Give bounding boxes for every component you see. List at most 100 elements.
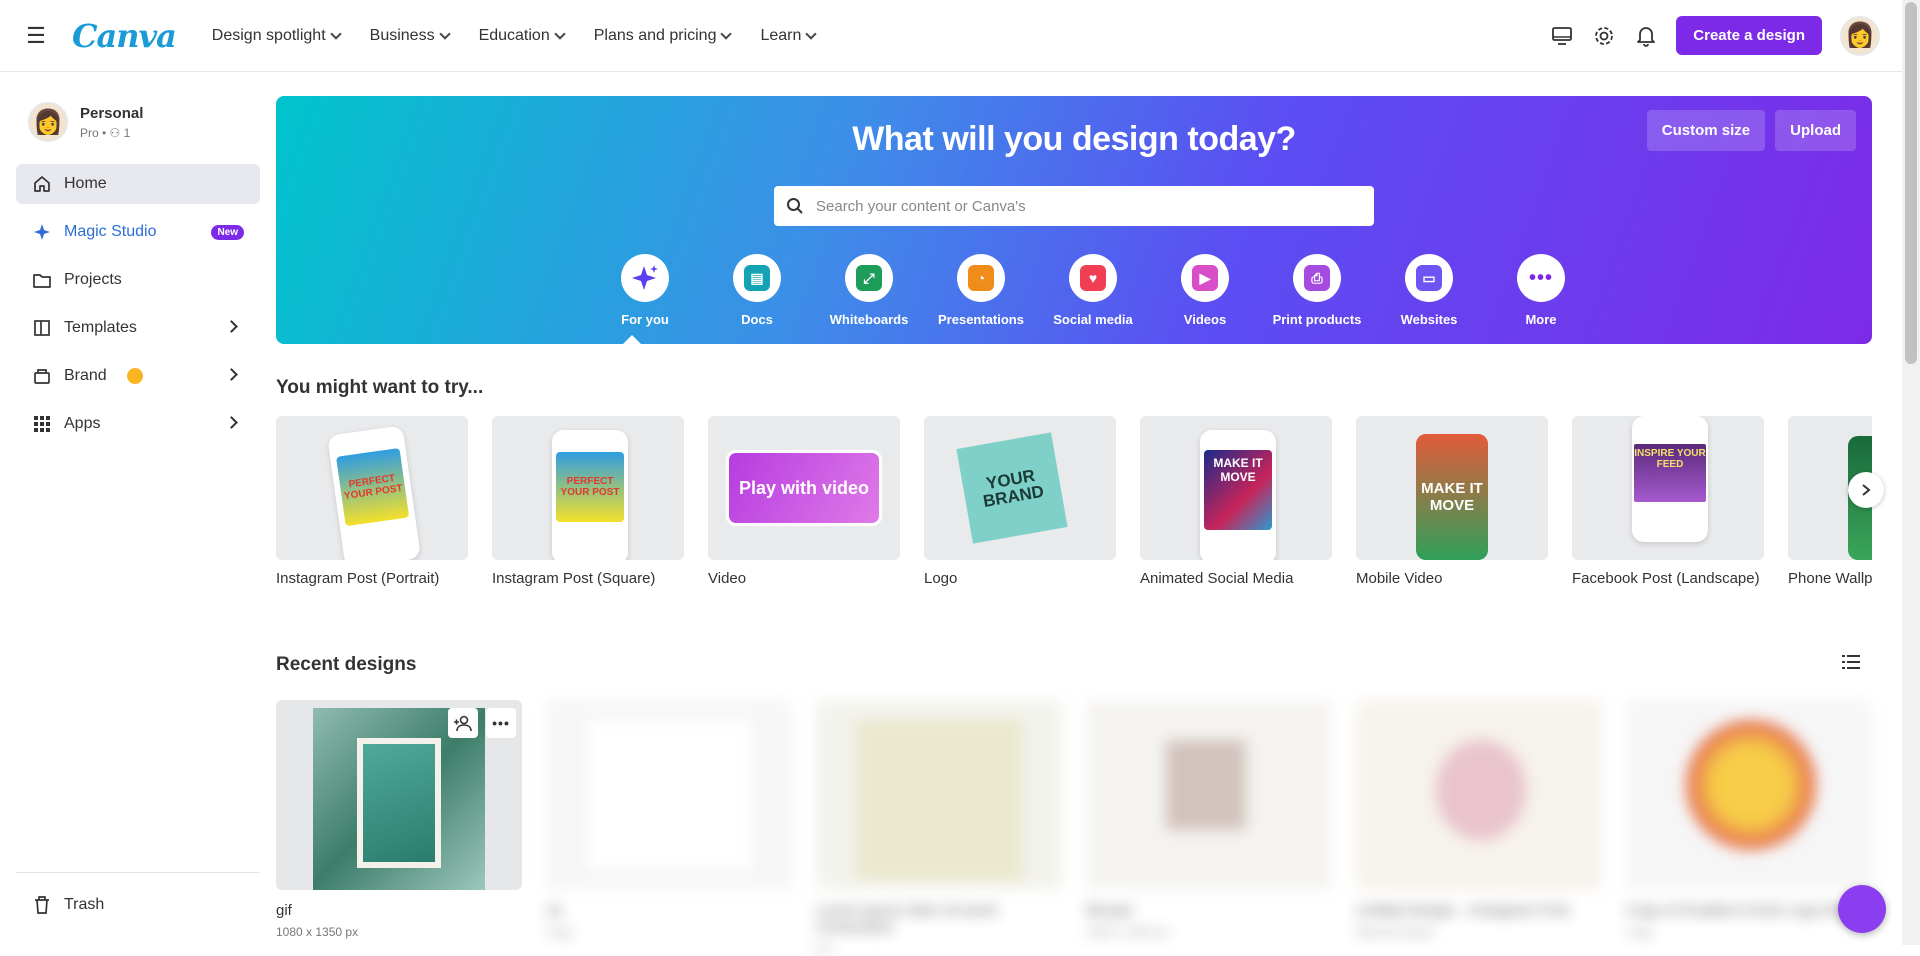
whiteboard-icon: ⤢ (856, 265, 882, 291)
user-avatar[interactable]: 👩 (1840, 15, 1880, 56)
category-label: For you (621, 312, 669, 327)
sidebar-item-home[interactable]: Home (16, 164, 260, 204)
suggestion-card[interactable]: MAKE IT MOVE Mobile Video (1356, 416, 1548, 596)
design-size: Logo (1626, 925, 1653, 939)
design-title: Untitled design - Instagram Post (1356, 902, 1570, 919)
chevron-down-icon (438, 27, 451, 40)
website-icon: ▭ (1416, 265, 1442, 291)
category-more[interactable]: ••• More (1496, 254, 1586, 327)
upload-button[interactable]: Upload (1775, 110, 1856, 151)
suggestion-label: Instagram Post (Portrait) (276, 570, 440, 587)
home-icon (32, 174, 52, 194)
recent-design-card[interactable]: Untitled design - Instagram Post Wechat … (1356, 700, 1602, 956)
gear-icon[interactable] (1592, 24, 1616, 48)
canva-logo[interactable]: Canva (72, 17, 177, 55)
sparkle-icon (632, 265, 658, 290)
design-categories: For you ▤ Docs ⤢ Whiteboards ◔ Presentat… (600, 254, 1586, 327)
assistant-fab-button[interactable] (1838, 885, 1886, 933)
suggestion-thumbnail: INSPIRE YOUR FEED (1572, 416, 1764, 560)
selected-category-indicator (623, 335, 641, 344)
brand-icon (32, 366, 52, 386)
thumb-text: INSPIRE YOUR FEED (1634, 444, 1706, 502)
recent-design-card[interactable]: Ja Logo (546, 700, 792, 956)
custom-size-button[interactable]: Custom size (1646, 110, 1766, 151)
recent-design-card[interactable]: Mosaic 1920 x 1920 px (1086, 700, 1332, 956)
account-switcher[interactable]: 👩 Personal Pro • ⚇ 1 (0, 72, 276, 164)
recent-design-card[interactable]: Copy of Gradient Circle Logo Design Logo (1626, 700, 1872, 956)
recent-design-card[interactable]: Lorem ipsum dolor sit amet consectetur A… (816, 700, 1062, 956)
nav-plans-and-pricing[interactable]: Plans and pricing (594, 27, 733, 45)
bell-icon[interactable] (1634, 24, 1658, 48)
design-thumbnail (1626, 700, 1872, 890)
search-input[interactable]: Search your content or Canva's (774, 186, 1374, 226)
thumb-text: MAKE IT MOVE (1204, 450, 1272, 530)
hero-banner: What will you design today? Custom size … (276, 96, 1872, 344)
category-circle (621, 254, 669, 302)
nav-design-spotlight[interactable]: Design spotlight (212, 27, 342, 45)
suggestion-card[interactable]: PERFECT YOUR POST Instagram Post (Portra… (276, 416, 468, 596)
chevron-down-icon (554, 27, 566, 40)
nav-business[interactable]: Business (370, 27, 451, 45)
sidebar-item-magic-studio[interactable]: Magic Studio New (16, 212, 260, 252)
category-for-you[interactable]: For you (600, 254, 690, 327)
chevron-down-icon (805, 27, 818, 40)
video-icon: ▶ (1192, 265, 1218, 291)
category-docs[interactable]: ▤ Docs (712, 254, 802, 327)
sidebar-item-brand[interactable]: Brand (16, 356, 260, 396)
design-title: Copy of Gradient Circle Logo Design (1626, 902, 1871, 919)
sidebar-item-trash[interactable]: Trash (16, 885, 260, 925)
category-circle: ⎙ (1293, 254, 1341, 302)
scrollbar-thumb[interactable] (1905, 2, 1917, 364)
suggestion-card[interactable]: Play with video Video (708, 416, 900, 596)
suggestion-card[interactable]: YOUR BRAND Logo (924, 416, 1116, 596)
thumb-text: YOUR BRAND (956, 432, 1068, 544)
suggestion-card[interactable]: INSPIRE YOUR FEED Facebook Post (Landsca… (1572, 416, 1764, 596)
category-videos[interactable]: ▶ Videos (1160, 254, 1250, 327)
nav-education[interactable]: Education (479, 27, 566, 45)
carousel-next-button[interactable] (1848, 472, 1884, 508)
category-social-media[interactable]: ♥ Social media (1048, 254, 1138, 327)
chevron-right-icon (225, 416, 238, 429)
sidebar-item-label: Apps (64, 415, 101, 432)
recent-design-card[interactable]: ••• gif 1080 x 1350 px (276, 700, 522, 956)
category-whiteboards[interactable]: ⤢ Whiteboards (824, 254, 914, 327)
monitor-icon[interactable] (1550, 24, 1574, 48)
phone-mockup: PERFECT YOUR POST (327, 425, 421, 560)
crown-icon (126, 368, 143, 384)
thumb-text: PERFECT YOUR POST (336, 447, 410, 527)
photo-content (363, 744, 435, 862)
chevron-right-icon (225, 368, 238, 381)
design-size: Wechat Avatar (1356, 925, 1434, 939)
sidebar-item-apps[interactable]: Apps (16, 404, 260, 444)
category-print-products[interactable]: ⎙ Print products (1272, 254, 1362, 327)
phone-mockup: MAKE IT MOVE (1200, 430, 1276, 560)
sidebar-item-templates[interactable]: Templates (16, 308, 260, 348)
design-thumbnail (1086, 700, 1332, 890)
hamburger-menu-icon[interactable]: ☰ (22, 22, 50, 50)
category-presentations[interactable]: ◔ Presentations (936, 254, 1026, 327)
new-badge: New (211, 224, 244, 240)
list-view-icon[interactable] (1842, 654, 1860, 675)
thumb-text: MAKE IT MOVE (1416, 434, 1488, 560)
create-a-design-button[interactable]: Create a design (1676, 16, 1822, 55)
category-websites[interactable]: ▭ Websites (1384, 254, 1474, 327)
suggestion-card[interactable]: PERFECT YOUR POST Instagram Post (Square… (492, 416, 684, 596)
hero-title: What will you design today? (852, 120, 1296, 158)
chevron-right-icon (1862, 484, 1871, 496)
page-scrollbar[interactable] (1902, 0, 1920, 945)
sidebar-item-projects[interactable]: Projects (16, 260, 260, 300)
category-circle: ••• (1517, 254, 1565, 302)
suggestion-card[interactable]: MAKE IT MOVE Animated Social Media (1140, 416, 1332, 596)
more-options-icon[interactable]: ••• (486, 708, 516, 738)
sidebar-item-label: Projects (64, 271, 122, 288)
nav-learn[interactable]: Learn (760, 27, 818, 45)
category-label: More (1525, 312, 1557, 327)
design-thumbnail (546, 700, 792, 890)
suggestions-carousel: PERFECT YOUR POST Instagram Post (Portra… (276, 416, 1872, 596)
try-section-title: You might want to try... (276, 377, 484, 398)
thumb-content (1166, 740, 1246, 830)
heart-icon: ♥ (1080, 265, 1106, 291)
category-label: Whiteboards (829, 312, 909, 327)
category-label: Social media (1053, 312, 1133, 327)
share-people-icon[interactable] (448, 708, 478, 738)
